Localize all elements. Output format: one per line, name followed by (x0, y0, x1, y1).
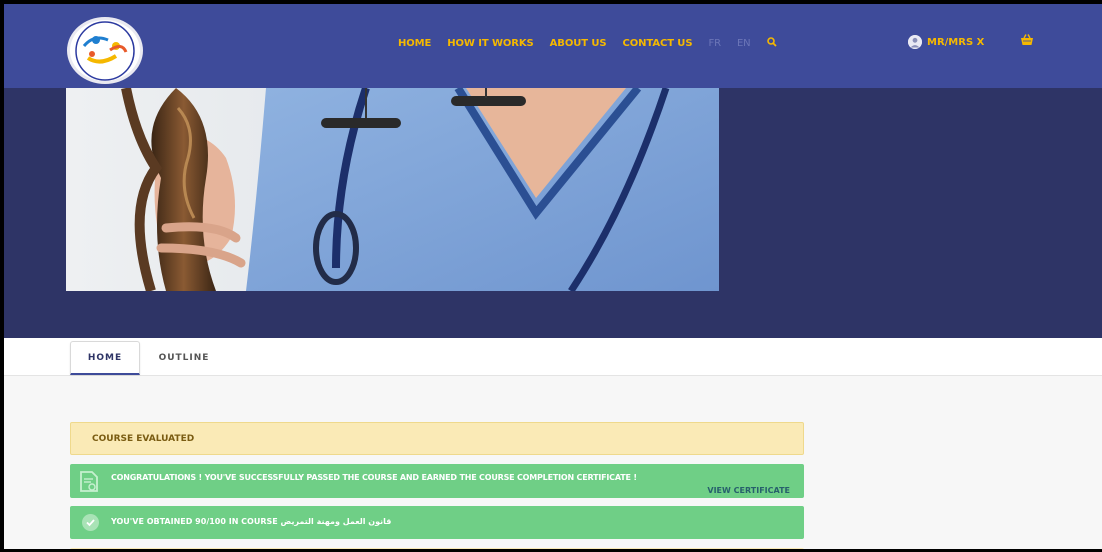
course-status-text: COURSE EVALUATED (92, 434, 195, 444)
certificate-icon (79, 471, 99, 493)
nav-how-it-works[interactable]: HOW IT WORKS (447, 38, 533, 49)
course-name-arabic: قانون العمل ومهنة التمريض (280, 517, 392, 526)
user-avatar-icon (908, 35, 922, 49)
course-tabs: HOME OUTLINE (4, 338, 1102, 376)
certificate-banner: CONGRATULATIONS ! YOU'VE SUCCESSFULLY PA… (70, 464, 804, 498)
score-text: YOU'VE OBTAINED 90/100 IN COURSE (111, 517, 278, 526)
course-status-banner: COURSE EVALUATED (70, 422, 804, 455)
view-certificate-link[interactable]: VIEW CERTIFICATE (707, 486, 790, 495)
site-header: HOME HOW IT WORKS ABOUT US CONTACT US FR… (4, 4, 1102, 88)
page-frame: HOME HOW IT WORKS ABOUT US CONTACT US FR… (0, 0, 1102, 552)
tab-home[interactable]: HOME (70, 341, 140, 375)
hero-image (66, 88, 719, 291)
tab-outline[interactable]: OUTLINE (154, 341, 214, 375)
lang-fr[interactable]: FR (708, 38, 721, 49)
lang-en[interactable]: EN (737, 38, 751, 49)
next-banner (70, 548, 804, 549)
certificate-message: CONGRATULATIONS ! YOU'VE SUCCESSFULLY PA… (111, 473, 637, 482)
score-banner: YOU'VE OBTAINED 90/100 IN COURSE قانون ا… (70, 506, 804, 539)
user-name: MR/MRS X (927, 36, 985, 48)
nav-about-us[interactable]: ABOUT US (550, 38, 607, 49)
nav-contact-us[interactable]: CONTACT US (622, 38, 692, 49)
main-nav: HOME HOW IT WORKS ABOUT US CONTACT US FR… (398, 37, 777, 50)
user-menu[interactable]: MR/MRS X (908, 35, 984, 49)
basket-icon[interactable] (1020, 33, 1034, 47)
check-icon (82, 514, 99, 531)
nav-home[interactable]: HOME (398, 38, 431, 49)
search-icon[interactable] (766, 37, 777, 50)
score-message: YOU'VE OBTAINED 90/100 IN COURSE قانون ا… (111, 517, 391, 526)
site-logo[interactable] (67, 17, 143, 84)
logo-graphic (75, 21, 135, 81)
